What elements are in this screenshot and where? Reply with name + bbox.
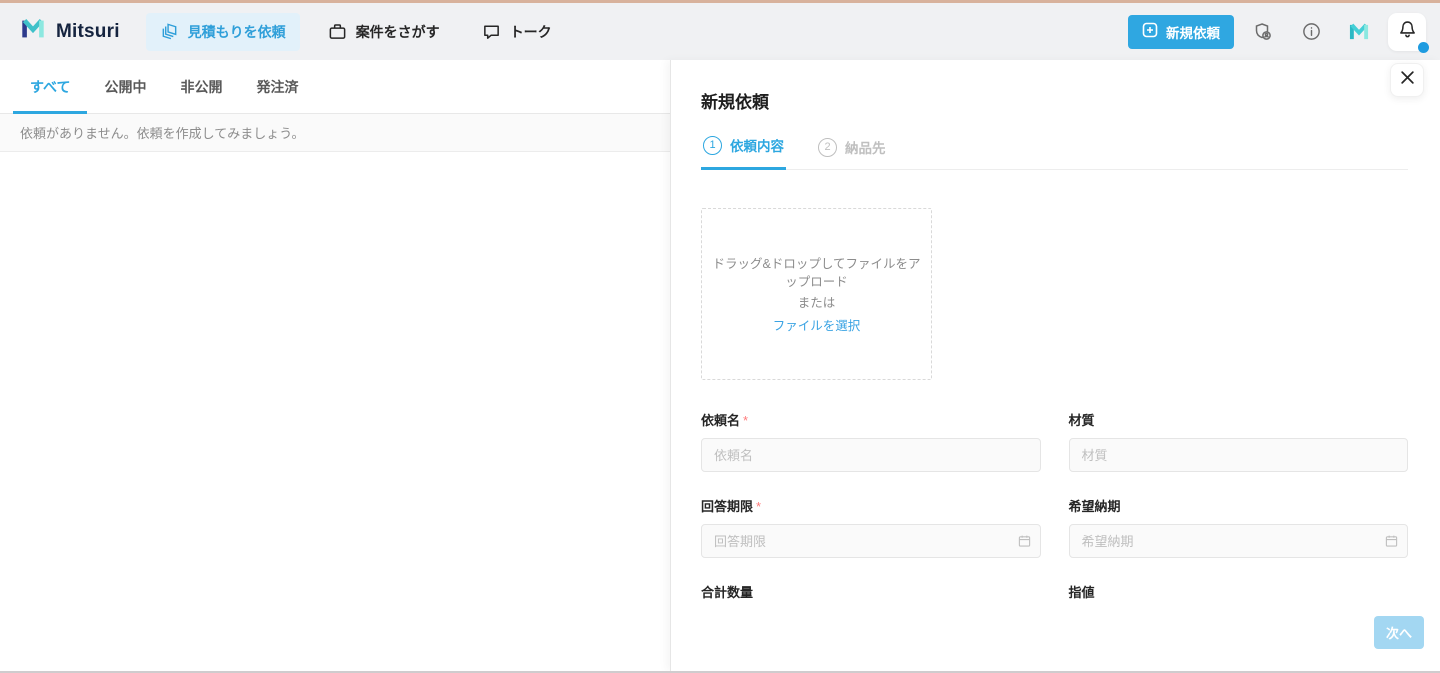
drawer-body: ドラッグ&ドロップしてファイルをアップロード または ファイルを選択 依頼名 * … [671,170,1440,602]
app-window: Mitsuri 見積もりを依頼 案件をさがす トーク 新規依頼 すべて 公開中 … [0,0,1440,673]
plus-square-icon [1142,22,1158,41]
request-list-panel: すべて 公開中 非公開 発注済 依頼がありません。依頼を作成してみましょう。 [0,60,670,671]
navbar-right-group: 新規依頼 [1128,12,1429,53]
field-label: 指値 [1068,585,1095,600]
field-label: 合計数量 [701,585,754,600]
main-area: すべて 公開中 非公開 発注済 依頼がありません。依頼を作成してみましょう。 新… [0,60,1440,671]
field-desired-delivery: 希望納期 [1068,496,1408,558]
field-label: 依頼名 * [701,413,749,428]
step-label: 依頼内容 [730,139,784,154]
notifications-button[interactable] [1388,12,1429,53]
close-button[interactable] [1390,63,1424,97]
calendar-icon [1385,535,1398,548]
top-navbar: Mitsuri 見積もりを依頼 案件をさがす トーク 新規依頼 [0,3,1440,60]
close-icon [1400,70,1415,90]
request-form: 依頼名* 材質 回答期限* [701,410,1408,602]
layers-icon [160,22,179,41]
mitsuri-m-logo-icon [20,16,46,47]
field-total-quantity: 合計数量 [701,582,1041,602]
new-request-drawer: 新規依頼 1 依頼内容 2 納品先 ドラッグ&ドロップしてファイルをアップロード… [670,60,1440,671]
brand-name: Mitsuri [56,20,120,42]
nav-item-label: 案件をさがす [355,23,440,40]
field-label: 材質 [1068,413,1095,428]
step-request-details[interactable]: 1 依頼内容 [701,135,786,170]
new-request-label: 新規依頼 [1166,25,1220,41]
dropzone-or: または [797,295,836,310]
drawer-steps: 1 依頼内容 2 納品先 [701,135,1408,170]
step-label: 納品先 [845,141,886,156]
mitsuri-avatar[interactable] [1340,13,1378,51]
required-mark: * [756,499,762,514]
request-list-tabs: すべて 公開中 非公開 発注済 [0,60,670,114]
field-limit-price: 指値 [1069,582,1409,602]
tab-ordered[interactable]: 発注済 [239,60,315,113]
field-request-name: 依頼名 * [701,410,1041,472]
nav-item-request-quote[interactable]: 見積もりを依頼 [145,12,300,51]
shield-badge-icon[interactable] [1244,13,1282,51]
drawer-footer: 次へ [671,602,1440,671]
tab-private[interactable]: 非公開 [163,60,239,113]
info-icon[interactable] [1292,13,1330,51]
field-answer-deadline: 回答期限 * [701,496,1041,558]
brand-logo[interactable]: Mitsuri [20,16,120,47]
nav-item-talk[interactable]: トーク [468,13,566,51]
briefcase-icon [328,22,347,41]
step-number: 1 [703,135,722,155]
next-button[interactable]: 次へ [1373,616,1424,649]
nav-item-find-projects[interactable]: 案件をさがす [314,13,454,51]
tab-public[interactable]: 公開中 [87,60,163,113]
desired-delivery-input[interactable] [1068,524,1408,558]
dropzone-hint: ドラッグ&ドロップしてファイルをアップロード [712,256,921,289]
step-delivery-destination[interactable]: 2 納品先 [816,137,888,169]
drawer-title: 新規依頼 [701,93,769,112]
notification-dot [1418,41,1429,53]
nav-item-label: 見積もりを依頼 [187,23,286,40]
field-material: 材質 [1068,410,1408,472]
empty-state-message: 依頼がありません。依頼を作成してみましょう。 [0,114,670,152]
drawer-header: 新規依頼 1 依頼内容 2 納品先 [671,60,1440,170]
nav-item-label: トーク [509,23,552,40]
required-mark: * [743,413,749,428]
step-number: 2 [818,137,837,157]
request-name-input[interactable] [701,438,1041,472]
field-label: 希望納期 [1068,499,1121,514]
bell-icon [1397,19,1418,45]
chat-bubble-icon [482,22,501,41]
file-dropzone[interactable]: ドラッグ&ドロップしてファイルをアップロード または ファイルを選択 [701,208,932,380]
answer-deadline-input[interactable] [701,524,1041,558]
material-input[interactable] [1068,438,1408,472]
field-label: 回答期限 * [701,499,762,514]
new-request-button[interactable]: 新規依頼 [1128,14,1234,49]
tab-all[interactable]: すべて [13,60,88,114]
calendar-icon [1018,535,1031,548]
file-select-link[interactable]: ファイルを選択 [773,315,861,334]
